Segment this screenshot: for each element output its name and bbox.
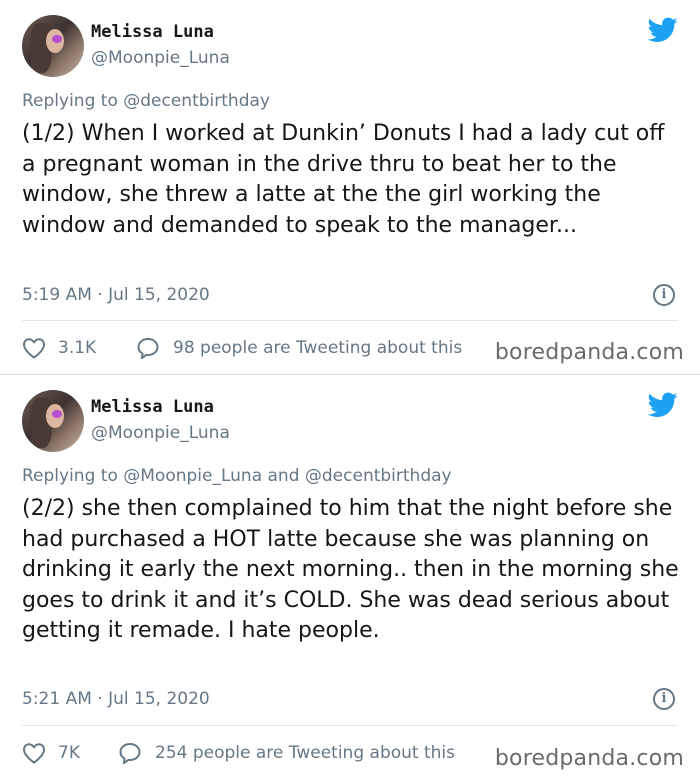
twitter-bird-icon[interactable] [648, 392, 678, 418]
avatar[interactable] [22, 15, 84, 77]
reply-mention-link[interactable]: @Moonpie_Luna and @decentbirthday [123, 466, 451, 486]
avatar[interactable] [22, 390, 84, 452]
timestamp[interactable]: 5:19 AM · Jul 15, 2020 [22, 285, 210, 305]
watermark: boredpanda.com [494, 746, 684, 771]
info-icon[interactable]: i [653, 284, 675, 306]
user-handle[interactable]: @Moonpie_Luna [91, 48, 230, 68]
replying-to: Replying to @decentbirthday [22, 91, 270, 111]
info-icon[interactable]: i [653, 688, 675, 710]
tweet-card: Melissa Luna @Moonpie_Luna Replying to @… [0, 375, 700, 781]
heart-icon[interactable] [22, 337, 46, 359]
divider [22, 725, 678, 726]
tweet-text: (1/2) When I worked at Dunkin’ Donuts I … [22, 121, 665, 238]
like-count[interactable]: 3.1K [58, 338, 96, 358]
display-name[interactable]: Melissa Luna [91, 22, 214, 42]
replying-prefix: Replying to [22, 91, 118, 111]
user-handle[interactable]: @Moonpie_Luna [91, 423, 230, 443]
speech-bubble-icon[interactable] [136, 337, 160, 359]
replying-to: Replying to @Moonpie_Luna and @decentbir… [22, 466, 452, 486]
display-name[interactable]: Melissa Luna [91, 397, 214, 417]
twitter-bird-icon[interactable] [648, 17, 678, 43]
timestamp[interactable]: 5:21 AM · Jul 15, 2020 [22, 689, 210, 709]
divider [22, 320, 678, 321]
people-tweeting-link[interactable]: 98 people are Tweeting about this [173, 338, 462, 358]
speech-bubble-icon[interactable] [118, 742, 142, 764]
heart-icon[interactable] [22, 742, 46, 764]
tweet-text: (2/2) she then complained to him that th… [22, 496, 679, 643]
watermark: boredpanda.com [494, 340, 684, 365]
people-tweeting-link[interactable]: 254 people are Tweeting about this [155, 743, 455, 763]
like-count[interactable]: 7K [58, 743, 80, 763]
tweet-card: Melissa Luna @Moonpie_Luna Replying to @… [0, 0, 700, 374]
replying-prefix: Replying to [22, 466, 118, 486]
reply-mention-link[interactable]: @decentbirthday [123, 91, 270, 111]
